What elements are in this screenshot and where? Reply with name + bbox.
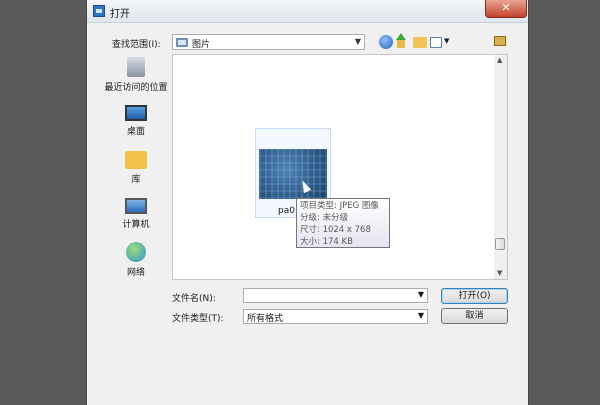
chevron-down-icon[interactable]: ▼ bbox=[418, 311, 424, 320]
chevron-down-icon[interactable]: ▼ bbox=[418, 290, 424, 299]
look-in-dropdown[interactable]: 图片 ▼ bbox=[172, 34, 365, 50]
partial-thumbnail bbox=[347, 279, 393, 280]
place-label: 最近访问的位置 bbox=[104, 83, 168, 93]
back-icon[interactable] bbox=[379, 35, 393, 49]
look-in-label: 查找范围(I): bbox=[112, 40, 161, 50]
place-label: 计算机 bbox=[122, 220, 150, 230]
tooltip-rating: 分级: 未分级 bbox=[300, 213, 349, 223]
open-button[interactable]: 打开(O) bbox=[441, 288, 508, 304]
place-label: 库 bbox=[131, 175, 141, 185]
place-label: 桌面 bbox=[126, 127, 145, 137]
tooltip-size: 大小: 174 KB bbox=[300, 237, 353, 247]
file-name: pa0 bbox=[278, 206, 295, 216]
folder-icon bbox=[176, 38, 188, 47]
vertical-scrollbar[interactable]: ▲ ▼ bbox=[494, 55, 507, 279]
filename-input[interactable]: ▼ bbox=[243, 288, 428, 303]
computer-icon bbox=[125, 198, 147, 214]
place-recent[interactable]: 最近访问的位置 bbox=[97, 57, 175, 93]
recent-places-icon bbox=[127, 57, 145, 77]
place-label: 网络 bbox=[126, 268, 145, 278]
view-menu-chevron-icon[interactable]: ▼ bbox=[444, 37, 449, 45]
folder-icon[interactable] bbox=[494, 36, 506, 46]
places-bar: 最近访问的位置 桌面 库 计算机 网络 bbox=[97, 55, 175, 285]
scroll-up-icon[interactable]: ▲ bbox=[497, 56, 502, 64]
view-menu-icon[interactable] bbox=[430, 37, 442, 48]
title-bar: 打开 ✕ bbox=[87, 0, 528, 23]
tooltip-dimensions: 尺寸: 1024 x 768 bbox=[300, 225, 371, 235]
filename-label: 文件名(N): bbox=[172, 294, 216, 304]
scroll-down-icon[interactable]: ▼ bbox=[497, 269, 502, 277]
cancel-button[interactable]: 取消 bbox=[441, 308, 508, 324]
place-desktop[interactable]: 桌面 bbox=[97, 105, 175, 137]
app-icon bbox=[93, 5, 105, 17]
up-folder-icon[interactable] bbox=[395, 33, 407, 49]
desktop-icon bbox=[125, 105, 147, 121]
network-icon bbox=[126, 242, 146, 262]
look-in-value: 图片 bbox=[192, 40, 211, 50]
scroll-thumb[interactable] bbox=[495, 238, 505, 250]
close-button[interactable]: ✕ bbox=[485, 0, 527, 18]
image-thumbnail bbox=[259, 149, 327, 199]
window-title: 打开 bbox=[110, 9, 130, 20]
tooltip-type: 项目类型: JPEG 图像 bbox=[300, 201, 379, 211]
chevron-down-icon[interactable]: ▼ bbox=[355, 37, 361, 46]
file-list[interactable]: pa0 项目类型: JPEG 图像 分级: 未分级 尺寸: 1024 x 768… bbox=[172, 54, 508, 280]
open-file-dialog: 打开 ✕ 查找范围(I): 图片 ▼ ▼ 最近访问的位置 桌面 库 计算机 网络… bbox=[87, 0, 528, 405]
place-computer[interactable]: 计算机 bbox=[97, 198, 175, 230]
filetype-label: 文件类型(T): bbox=[172, 314, 224, 324]
filetype-dropdown[interactable]: 所有格式 ▼ bbox=[243, 309, 428, 324]
partial-thumbnail bbox=[439, 279, 455, 280]
place-network[interactable]: 网络 bbox=[97, 242, 175, 278]
place-library[interactable]: 库 bbox=[97, 151, 175, 185]
new-folder-icon[interactable] bbox=[413, 37, 427, 48]
file-info-tooltip: 项目类型: JPEG 图像 分级: 未分级 尺寸: 1024 x 768 大小:… bbox=[296, 198, 390, 248]
partial-thumbnail bbox=[257, 279, 329, 280]
library-icon bbox=[125, 151, 147, 169]
filetype-value: 所有格式 bbox=[247, 314, 284, 324]
